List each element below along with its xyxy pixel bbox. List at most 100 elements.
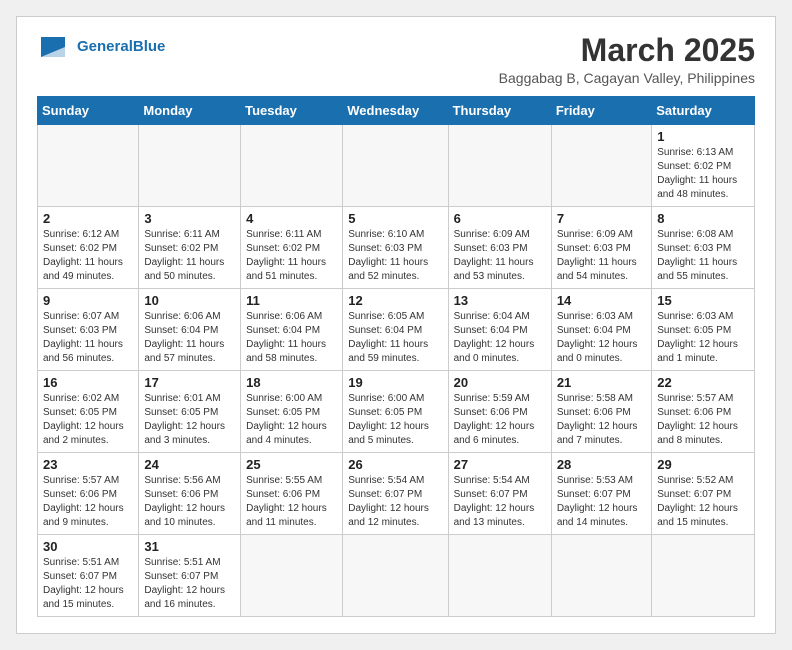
- day-info: Sunrise: 6:12 AM Sunset: 6:02 PM Dayligh…: [43, 228, 133, 284]
- day-cell: 3 Sunrise: 6:11 AM Sunset: 6:02 PM Daylig…: [139, 207, 241, 289]
- day-cell: [448, 125, 551, 207]
- day-number: 19: [348, 375, 442, 390]
- day-info: Sunrise: 6:03 AM Sunset: 6:05 PM Dayligh…: [657, 310, 749, 366]
- day-number: 12: [348, 293, 442, 308]
- day-info: Sunrise: 5:55 AM Sunset: 6:06 PM Dayligh…: [246, 474, 337, 530]
- day-number: 5: [348, 211, 442, 226]
- day-info: Sunrise: 5:56 AM Sunset: 6:06 PM Dayligh…: [144, 474, 235, 530]
- day-cell: [343, 535, 448, 617]
- day-cell: 31 Sunrise: 5:51 AM Sunset: 6:07 PM Dayli…: [139, 535, 241, 617]
- day-cell: 13Sunrise: 6:04 AM Sunset: 6:04 PM Dayli…: [448, 289, 551, 371]
- day-cell: 15 Sunrise: 6:03 AM Sunset: 6:05 PM Dayli…: [652, 289, 755, 371]
- day-info: Sunrise: 5:57 AM Sunset: 6:06 PM Dayligh…: [657, 392, 749, 448]
- day-info: Sunrise: 6:09 AM Sunset: 6:03 PM Dayligh…: [557, 228, 646, 284]
- day-cell: 10 Sunrise: 6:06 AM Sunset: 6:04 PM Dayli…: [139, 289, 241, 371]
- day-info: Sunrise: 5:54 AM Sunset: 6:07 PM Dayligh…: [454, 474, 546, 530]
- logo-icon: [37, 33, 73, 61]
- day-number: 20: [454, 375, 546, 390]
- day-number: 17: [144, 375, 235, 390]
- day-info: Sunrise: 6:13 AM Sunset: 6:02 PM Dayligh…: [657, 146, 749, 202]
- day-info: Sunrise: 6:07 AM Sunset: 6:03 PM Dayligh…: [43, 310, 133, 366]
- weekday-header-sunday: Sunday: [38, 97, 139, 125]
- day-cell: [241, 535, 343, 617]
- day-number: 24: [144, 457, 235, 472]
- week-row-3: 9Sunrise: 6:07 AM Sunset: 6:03 PM Daylig…: [38, 289, 755, 371]
- day-number: 28: [557, 457, 646, 472]
- day-cell: 12 Sunrise: 6:05 AM Sunset: 6:04 PM Dayli…: [343, 289, 448, 371]
- day-number: 14: [557, 293, 646, 308]
- logo-text: GeneralBlue: [77, 39, 165, 56]
- day-cell: 8Sunrise: 6:08 AM Sunset: 6:03 PM Daylig…: [652, 207, 755, 289]
- day-number: 23: [43, 457, 133, 472]
- day-cell: [551, 125, 651, 207]
- day-cell: 22 Sunrise: 5:57 AM Sunset: 6:06 PM Dayli…: [652, 371, 755, 453]
- day-info: Sunrise: 5:58 AM Sunset: 6:06 PM Dayligh…: [557, 392, 646, 448]
- day-number: 3: [144, 211, 235, 226]
- logo: GeneralBlue: [37, 33, 165, 61]
- day-cell: [448, 535, 551, 617]
- day-cell: [139, 125, 241, 207]
- day-info: Sunrise: 6:11 AM Sunset: 6:02 PM Dayligh…: [144, 228, 235, 284]
- day-cell: 18Sunrise: 6:00 AM Sunset: 6:05 PM Dayli…: [241, 371, 343, 453]
- day-cell: 23 Sunrise: 5:57 AM Sunset: 6:06 PM Dayli…: [38, 453, 139, 535]
- day-info: Sunrise: 5:57 AM Sunset: 6:06 PM Dayligh…: [43, 474, 133, 530]
- day-cell: 26Sunrise: 5:54 AM Sunset: 6:07 PM Dayli…: [343, 453, 448, 535]
- day-cell: 1Sunrise: 6:13 AM Sunset: 6:02 PM Daylig…: [652, 125, 755, 207]
- location: Baggabag B, Cagayan Valley, Philippines: [499, 70, 755, 86]
- day-info: Sunrise: 5:53 AM Sunset: 6:07 PM Dayligh…: [557, 474, 646, 530]
- day-info: Sunrise: 5:59 AM Sunset: 6:06 PM Dayligh…: [454, 392, 546, 448]
- day-number: 31: [144, 539, 235, 554]
- weekday-header-friday: Friday: [551, 97, 651, 125]
- day-cell: [652, 535, 755, 617]
- day-number: 21: [557, 375, 646, 390]
- day-info: Sunrise: 6:02 AM Sunset: 6:05 PM Dayligh…: [43, 392, 133, 448]
- day-number: 11: [246, 293, 337, 308]
- day-number: 25: [246, 457, 337, 472]
- day-cell: 27Sunrise: 5:54 AM Sunset: 6:07 PM Dayli…: [448, 453, 551, 535]
- day-number: 22: [657, 375, 749, 390]
- day-info: Sunrise: 6:00 AM Sunset: 6:05 PM Dayligh…: [348, 392, 442, 448]
- week-row-6: 30 Sunrise: 5:51 AM Sunset: 6:07 PM Dayli…: [38, 535, 755, 617]
- day-cell: 7 Sunrise: 6:09 AM Sunset: 6:03 PM Daylig…: [551, 207, 651, 289]
- weekday-header-row: SundayMondayTuesdayWednesdayThursdayFrid…: [38, 97, 755, 125]
- day-number: 16: [43, 375, 133, 390]
- day-cell: 19 Sunrise: 6:00 AM Sunset: 6:05 PM Dayli…: [343, 371, 448, 453]
- week-row-2: 2 Sunrise: 6:12 AM Sunset: 6:02 PM Daylig…: [38, 207, 755, 289]
- day-number: 7: [557, 211, 646, 226]
- day-cell: 4Sunrise: 6:11 AM Sunset: 6:02 PM Daylig…: [241, 207, 343, 289]
- day-number: 18: [246, 375, 337, 390]
- day-info: Sunrise: 5:51 AM Sunset: 6:07 PM Dayligh…: [43, 556, 133, 612]
- day-cell: 9Sunrise: 6:07 AM Sunset: 6:03 PM Daylig…: [38, 289, 139, 371]
- day-cell: 17 Sunrise: 6:01 AM Sunset: 6:05 PM Dayli…: [139, 371, 241, 453]
- day-number: 10: [144, 293, 235, 308]
- day-cell: 11Sunrise: 6:06 AM Sunset: 6:04 PM Dayli…: [241, 289, 343, 371]
- day-cell: 6Sunrise: 6:09 AM Sunset: 6:03 PM Daylig…: [448, 207, 551, 289]
- week-row-1: 1Sunrise: 6:13 AM Sunset: 6:02 PM Daylig…: [38, 125, 755, 207]
- day-number: 2: [43, 211, 133, 226]
- day-cell: 25 Sunrise: 5:55 AM Sunset: 6:06 PM Dayli…: [241, 453, 343, 535]
- day-info: Sunrise: 6:06 AM Sunset: 6:04 PM Dayligh…: [144, 310, 235, 366]
- logo-general: General: [77, 38, 133, 55]
- day-info: Sunrise: 5:51 AM Sunset: 6:07 PM Dayligh…: [144, 556, 235, 612]
- header: GeneralBlue March 2025 Baggabag B, Cagay…: [37, 33, 755, 86]
- weekday-header-monday: Monday: [139, 97, 241, 125]
- day-cell: 20 Sunrise: 5:59 AM Sunset: 6:06 PM Dayli…: [448, 371, 551, 453]
- day-info: Sunrise: 6:04 AM Sunset: 6:04 PM Dayligh…: [454, 310, 546, 366]
- day-cell: 24 Sunrise: 5:56 AM Sunset: 6:06 PM Dayli…: [139, 453, 241, 535]
- day-info: Sunrise: 6:05 AM Sunset: 6:04 PM Dayligh…: [348, 310, 442, 366]
- day-cell: 30 Sunrise: 5:51 AM Sunset: 6:07 PM Dayli…: [38, 535, 139, 617]
- day-cell: 14Sunrise: 6:03 AM Sunset: 6:04 PM Dayli…: [551, 289, 651, 371]
- day-cell: [241, 125, 343, 207]
- day-number: 15: [657, 293, 749, 308]
- day-cell: [551, 535, 651, 617]
- day-info: Sunrise: 6:09 AM Sunset: 6:03 PM Dayligh…: [454, 228, 546, 284]
- day-cell: 29Sunrise: 5:52 AM Sunset: 6:07 PM Dayli…: [652, 453, 755, 535]
- day-number: 30: [43, 539, 133, 554]
- day-cell: 16 Sunrise: 6:02 AM Sunset: 6:05 PM Dayli…: [38, 371, 139, 453]
- day-info: Sunrise: 6:01 AM Sunset: 6:05 PM Dayligh…: [144, 392, 235, 448]
- logo-blue: Blue: [133, 38, 166, 55]
- day-number: 26: [348, 457, 442, 472]
- day-number: 8: [657, 211, 749, 226]
- page: GeneralBlue March 2025 Baggabag B, Cagay…: [16, 16, 776, 634]
- weekday-header-wednesday: Wednesday: [343, 97, 448, 125]
